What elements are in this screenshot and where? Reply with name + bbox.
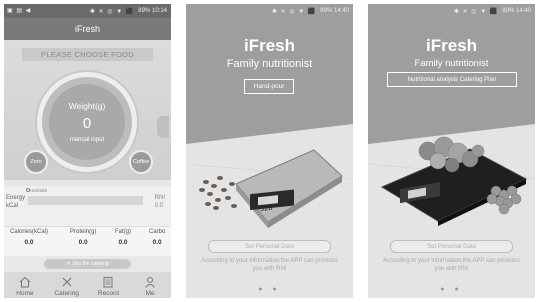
nutrient-label: Calories(kCal) bbox=[10, 229, 49, 235]
home-icon bbox=[19, 276, 31, 288]
join-catering-button[interactable]: ✕ Join the catering bbox=[44, 259, 131, 269]
status-icons: ✱ ✕ ◎ ▼ ⬛ bbox=[271, 8, 317, 15]
record-icon bbox=[103, 277, 113, 288]
app-bar: iFresh bbox=[4, 18, 171, 40]
energy-label: Energy bbox=[6, 195, 26, 201]
tab-label: Record bbox=[97, 290, 119, 297]
notification-icons: ▣ ▤ ◀ bbox=[7, 8, 32, 14]
tab-me[interactable]: Me bbox=[129, 272, 171, 298]
app-title: iFresh bbox=[74, 24, 100, 34]
nutrient-label: Carbo bbox=[149, 229, 166, 235]
tab-catering[interactable]: Catering bbox=[46, 272, 88, 298]
set-personal-data-button[interactable]: Set Personal Data bbox=[208, 240, 331, 253]
nutrient-value: 0.0 bbox=[118, 239, 128, 246]
clock: 14:40 bbox=[333, 8, 349, 14]
battery-level: 89% bbox=[138, 8, 151, 14]
join-catering-label: Join the catering bbox=[71, 261, 109, 267]
food-marker-label: Herbs85 bbox=[30, 188, 48, 193]
tagline: Family nutritionist bbox=[226, 58, 313, 70]
rni-info-text: According to your information,the APP ca… bbox=[201, 258, 338, 272]
weight-panel: PLEASE CHOOSE FOOD Weight(g) 0 manual in… bbox=[4, 40, 171, 180]
weight-value: 0 bbox=[82, 115, 92, 132]
nutrient-value: 0.0 bbox=[24, 239, 34, 246]
nutrient-label: Protein(g) bbox=[70, 229, 97, 235]
rni-value: 0.0 bbox=[154, 203, 163, 209]
brand-title: iFresh bbox=[425, 36, 478, 55]
nutrient-protein: Protein(g) 0.0 bbox=[70, 229, 96, 246]
bottom-tab-bar: Home Catering Record Me bbox=[4, 272, 171, 298]
weight-dial[interactable]: Weight(g) 0 manual input bbox=[37, 72, 137, 172]
nutrient-value: 0.0 bbox=[78, 239, 88, 246]
status-icons: ✱ ✕ ◎ ▼ ⬛ bbox=[89, 8, 135, 15]
catering-row: ✕ Join the catering bbox=[4, 256, 171, 272]
brand-title: iFresh bbox=[243, 36, 296, 55]
nutrient-calories: Calories(kCal) 0.0 bbox=[10, 229, 48, 246]
set-personal-data-button[interactable]: Set Personal Data bbox=[390, 240, 513, 253]
nutrient-carbo: Carbo 0.0 bbox=[149, 229, 165, 246]
manual-input-link[interactable]: manual input bbox=[70, 137, 104, 143]
battery-level: 89% bbox=[502, 8, 515, 14]
kitchen-scale-image: 328 bbox=[199, 149, 343, 228]
tab-label: Home bbox=[16, 290, 34, 297]
person-icon bbox=[145, 277, 156, 288]
page-indicator: ● ● bbox=[440, 286, 463, 293]
nutrient-label: Fat(g) bbox=[115, 229, 132, 235]
choose-food-button[interactable]: PLEASE CHOOSE FOOD bbox=[22, 48, 153, 61]
food-thumbnail bbox=[157, 116, 169, 138]
zero-button[interactable]: Zero bbox=[24, 150, 48, 174]
rni-label: RNI bbox=[154, 195, 165, 201]
status-icons: ✱ ✕ ◎ ▼ ⬛ bbox=[453, 8, 499, 15]
clock: 10:14 bbox=[151, 8, 167, 14]
nutrient-value: 0.0 bbox=[152, 239, 162, 246]
nutrient-summary: Calories(kCal) 0.0 Protein(g) 0.0 Fat(g)… bbox=[4, 226, 171, 257]
status-bar: ✱ ✕ ◎ ▼ ⬛ 89% 14:40 bbox=[186, 4, 353, 18]
tab-label: Catering bbox=[54, 290, 79, 297]
page-indicator: ● ● bbox=[258, 286, 281, 293]
clock: 14:40 bbox=[515, 8, 531, 14]
utensils-icon bbox=[62, 277, 72, 287]
tab-record[interactable]: Record bbox=[88, 272, 130, 298]
home-screen: ▣ ▤ ◀ ✱ ✕ ◎ ▼ ⬛ 89% 10:14 iFresh PLEASE … bbox=[4, 4, 171, 298]
status-bar: ▣ ▤ ◀ ✱ ✕ ◎ ▼ ⬛ 89% 10:14 bbox=[4, 4, 171, 18]
kitchen-scale-image: 328 bbox=[380, 136, 528, 226]
energy-progress-bar bbox=[28, 196, 143, 205]
energy-section: Herbs85 Energy kCal RNI 0.0 bbox=[4, 186, 171, 226]
splash-screen-nutrition: ✱ ✕ ◎ ▼ ⬛ 89% 14:40 iFresh Family nutrit… bbox=[368, 4, 535, 298]
weight-label: Weight(g) bbox=[68, 101, 106, 111]
kcal-label: kCal bbox=[6, 203, 19, 209]
tagline: Family nutritionist bbox=[414, 58, 489, 69]
scale-display: 328 bbox=[260, 203, 273, 213]
tab-label: Me bbox=[145, 290, 155, 297]
hand-pour-button[interactable]: Hand-pour bbox=[244, 79, 294, 94]
rni-info-text: According to your information,the APP ca… bbox=[383, 258, 520, 272]
tab-home[interactable]: Home bbox=[4, 272, 46, 298]
nutrition-catering-button[interactable]: Nutritional analysis Catering Plan bbox=[387, 72, 517, 87]
status-bar: ✱ ✕ ◎ ▼ ⬛ 89% 14:40 bbox=[368, 4, 535, 18]
splash-screen-hand-pour: ✱ ✕ ◎ ▼ ⬛ 89% 14:40 iFresh Family nutrit… bbox=[186, 4, 353, 298]
nutrient-fat: Fat(g) 0.0 bbox=[115, 229, 131, 246]
coffee-button[interactable]: Coffee bbox=[129, 150, 153, 174]
battery-level: 89% bbox=[320, 8, 333, 14]
